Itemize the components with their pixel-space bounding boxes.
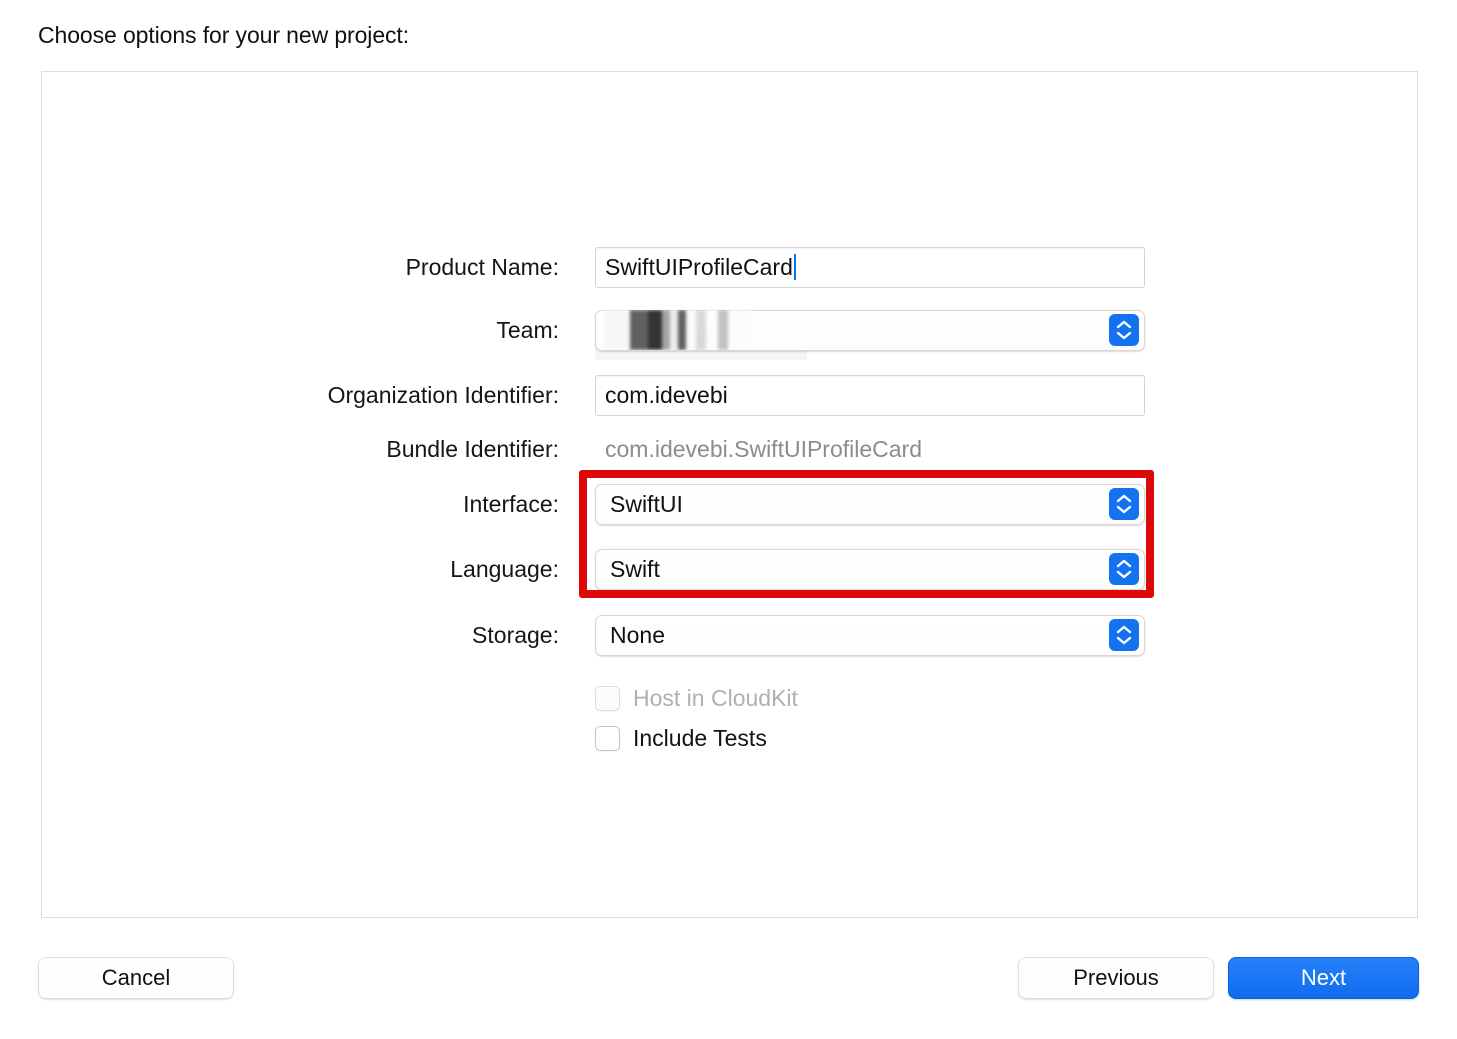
product-name-value: SwiftUIProfileCard	[605, 253, 793, 280]
language-control: Swift	[595, 548, 1145, 590]
host-in-cloudkit-label: Host in CloudKit	[633, 685, 798, 711]
previous-button[interactable]: Previous	[1018, 957, 1214, 999]
product-name-control: SwiftUIProfileCard	[595, 246, 1145, 288]
team-label: Team:	[496, 316, 559, 343]
team-stepper-icon[interactable]	[1109, 314, 1139, 346]
next-button[interactable]: Next	[1228, 957, 1419, 999]
language-label: Language:	[450, 555, 559, 582]
interface-stepper-icon[interactable]	[1109, 488, 1139, 520]
page-title: Choose options for your new project:	[38, 22, 409, 48]
product-name-label: Product Name:	[405, 253, 559, 280]
interface-control: SwiftUI	[595, 483, 1145, 525]
storage-value: None	[610, 621, 665, 648]
storage-label: Storage:	[472, 621, 559, 648]
interface-label: Interface:	[463, 490, 559, 517]
organization-identifier-input[interactable]: com.idevebi	[595, 374, 1145, 416]
storage-control: None	[595, 614, 1145, 656]
host-in-cloudkit-checkbox	[595, 686, 620, 711]
team-redacted-value	[604, 310, 754, 350]
language-stepper-icon[interactable]	[1109, 553, 1139, 585]
include-tests-checkbox[interactable]	[595, 726, 620, 751]
bundle-identifier-value: com.idevebi.SwiftUIProfileCard	[605, 435, 923, 462]
interface-value: SwiftUI	[610, 490, 683, 517]
bundle-identifier-control: com.idevebi.SwiftUIProfileCard	[595, 429, 1145, 470]
bundle-identifier-label: Bundle Identifier:	[386, 435, 559, 462]
cancel-button[interactable]: Cancel	[38, 957, 234, 999]
new-project-options-dialog: Choose options for your new project: Pro…	[0, 0, 1457, 1039]
organization-identifier-value: com.idevebi	[605, 381, 728, 408]
organization-identifier-label: Organization Identifier:	[327, 381, 559, 408]
include-tests-label: Include Tests	[633, 725, 767, 751]
organization-identifier-control: com.idevebi	[595, 374, 1145, 416]
interface-select[interactable]: SwiftUI	[595, 483, 1145, 525]
team-control	[595, 309, 1145, 360]
storage-select[interactable]: None	[595, 614, 1145, 656]
text-cursor	[793, 254, 796, 280]
options-panel: Product Name: SwiftUIProfileCard Team: O…	[41, 71, 1418, 918]
checkbox-row-include-tests[interactable]: Include Tests	[595, 725, 767, 752]
team-select[interactable]	[595, 309, 1145, 351]
storage-stepper-icon[interactable]	[1109, 619, 1139, 651]
language-value: Swift	[610, 555, 660, 582]
language-select[interactable]: Swift	[595, 548, 1145, 590]
checkbox-row-host-in-cloudkit[interactable]: Host in CloudKit	[595, 685, 798, 712]
product-name-input[interactable]: SwiftUIProfileCard	[595, 246, 1145, 288]
